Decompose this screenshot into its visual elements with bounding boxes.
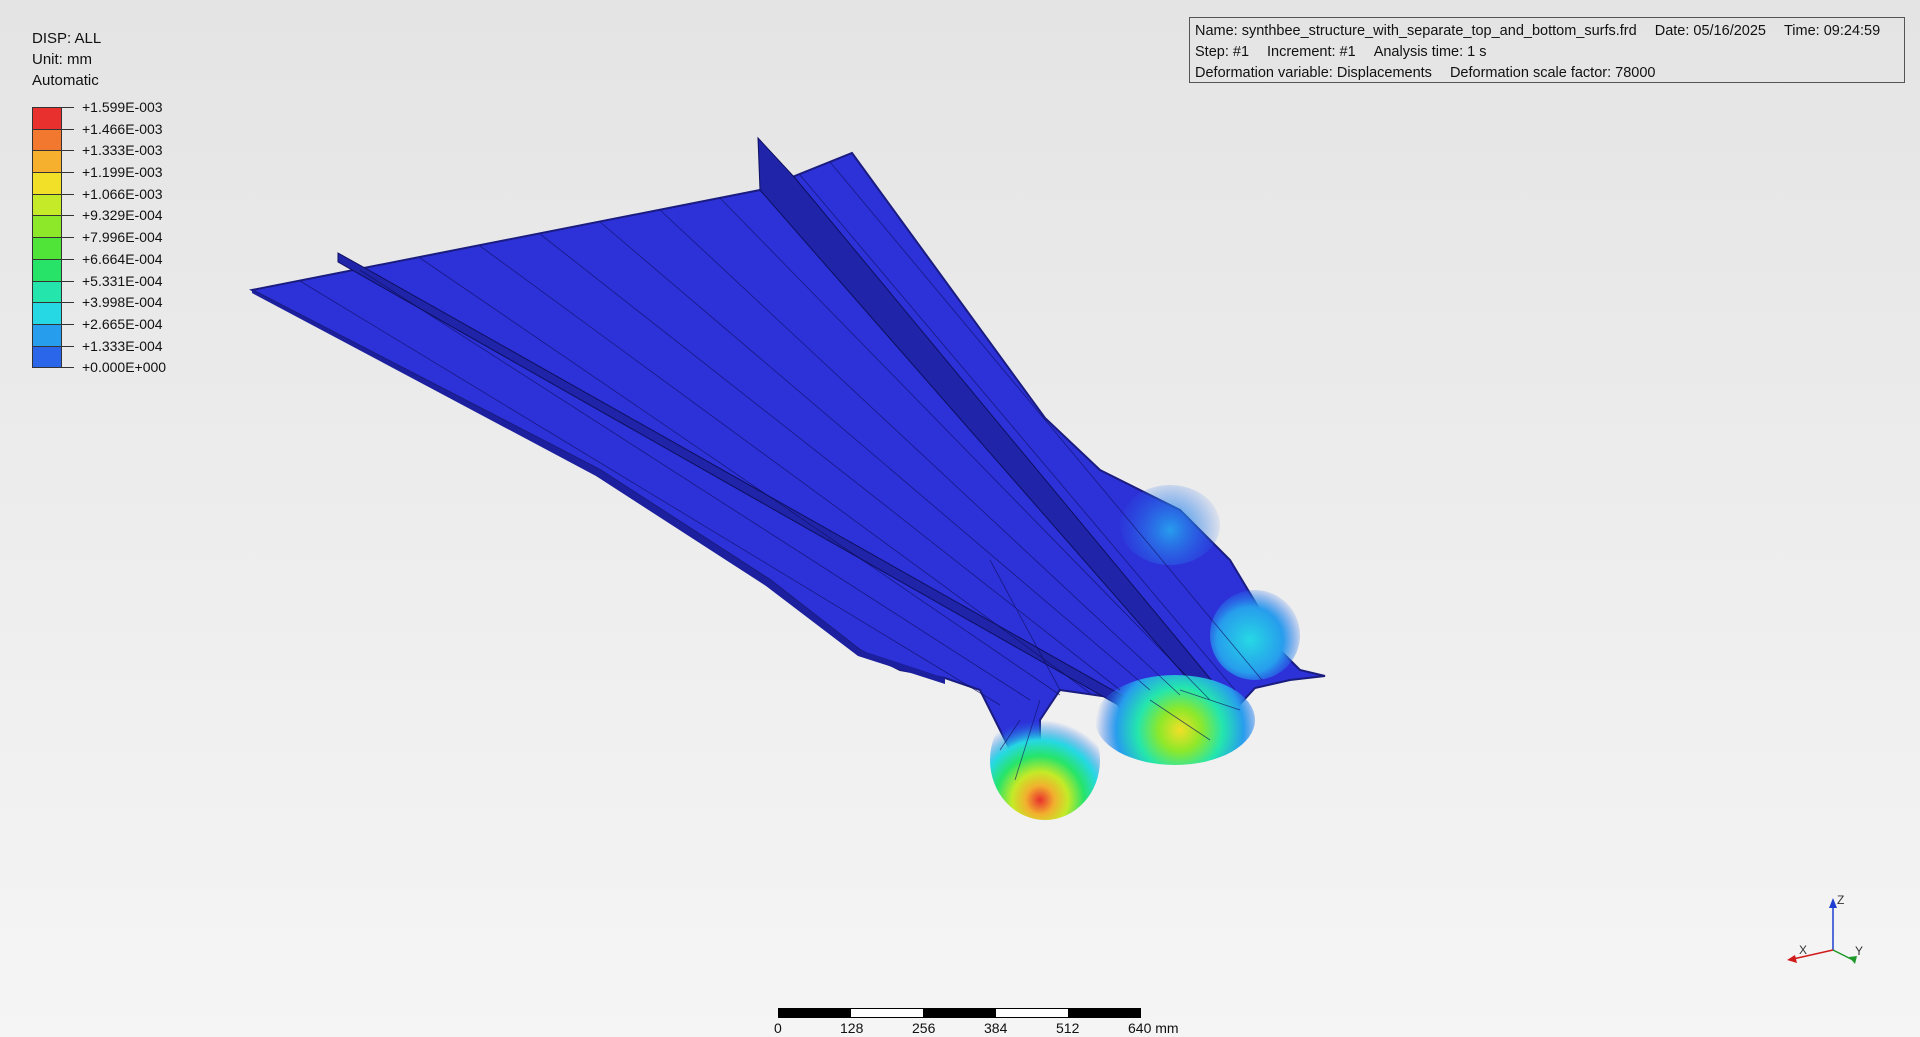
stress-zone bbox=[1120, 485, 1220, 565]
scale-tick-label: 0 bbox=[774, 1020, 782, 1036]
scale-tick-label: 128 bbox=[840, 1020, 864, 1036]
scale-segment bbox=[851, 1009, 924, 1017]
scale-bar bbox=[778, 1008, 1141, 1018]
scale-segment bbox=[995, 1009, 1068, 1017]
scale-tick-label: 640 mm bbox=[1128, 1020, 1179, 1036]
scale-segment bbox=[1067, 1009, 1141, 1017]
axes-triad: Z X Y bbox=[1787, 893, 1863, 964]
scale-tick-label: 384 bbox=[984, 1020, 1008, 1036]
scale-segment bbox=[923, 1009, 996, 1017]
z-axis-label: Z bbox=[1837, 893, 1844, 907]
x-axis-label: X bbox=[1799, 943, 1807, 957]
stress-zone bbox=[1210, 590, 1300, 680]
model-viewport[interactable] bbox=[0, 0, 1920, 1037]
y-axis-label: Y bbox=[1855, 944, 1863, 958]
z-axis-arrow bbox=[1829, 898, 1837, 908]
y-axis-line bbox=[1832, 949, 1854, 961]
scale-segment bbox=[779, 1009, 852, 1017]
stress-zone bbox=[990, 700, 1100, 820]
stress-zone bbox=[1095, 675, 1255, 765]
scale-tick-label: 256 bbox=[912, 1020, 936, 1036]
x-axis-arrow bbox=[1787, 955, 1797, 963]
scale-labels: 0 128 256 384 512 640 mm bbox=[770, 1020, 1190, 1037]
scale-tick-label: 512 bbox=[1056, 1020, 1080, 1036]
